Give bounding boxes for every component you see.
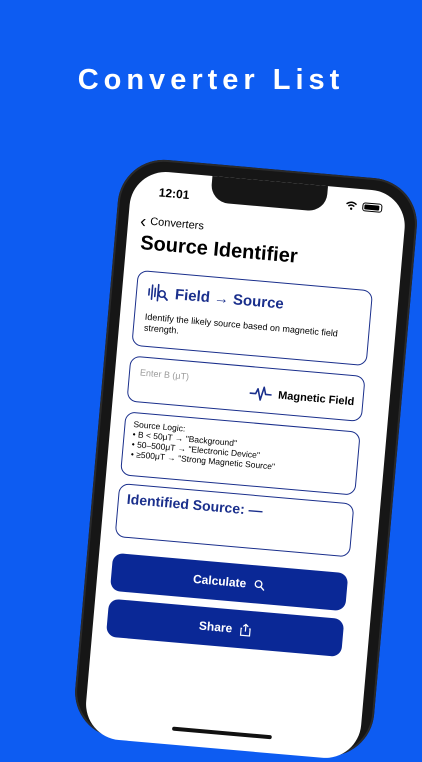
chevron-left-icon: ‹: [139, 210, 148, 232]
battery-icon: [361, 202, 383, 213]
header-card: Field → Source Identify the likely sourc…: [131, 269, 374, 367]
calculate-label: Calculate: [192, 571, 247, 591]
header-card-title: Field → Source: [174, 285, 285, 313]
promo-title: Converter List: [77, 64, 345, 96]
status-time: 12:01: [158, 185, 191, 203]
home-indicator[interactable]: [171, 726, 272, 740]
page-title: Source Identifier: [139, 232, 299, 268]
search-icon: [254, 579, 265, 591]
wifi-icon: [346, 201, 358, 210]
app-screen: 12:01 ‹ Converters Source Identifier Fie…: [83, 169, 408, 761]
field-input-card[interactable]: Enter B (μT) Magnetic Field: [126, 355, 366, 422]
status-icons: [345, 201, 383, 213]
phone-mockup: 12:01 ‹ Converters Source Identifier Fie…: [71, 156, 421, 761]
sound-wave-search-icon: [148, 283, 168, 302]
field-label-group: Magnetic Field: [248, 385, 355, 410]
share-label: Share: [198, 618, 233, 636]
identified-source-label: Identified Source: —: [126, 490, 264, 519]
header-card-description: Identify the likely source based on magn…: [143, 311, 339, 339]
back-label: Converters: [149, 215, 205, 233]
source-logic-card: Source Logic: • B < 50μT → "Background" …: [120, 411, 361, 496]
result-card: Identified Source: —: [114, 483, 355, 558]
pulse-wave-icon: [249, 386, 272, 401]
share-icon: [240, 623, 251, 637]
magnetic-field-input[interactable]: Enter B (μT): [140, 367, 190, 381]
source-logic-text: Source Logic: • B < 50μT → "Background" …: [130, 419, 278, 471]
magnetic-field-label: Magnetic Field: [277, 389, 355, 409]
header-card-heading: Field → Source: [146, 282, 285, 314]
